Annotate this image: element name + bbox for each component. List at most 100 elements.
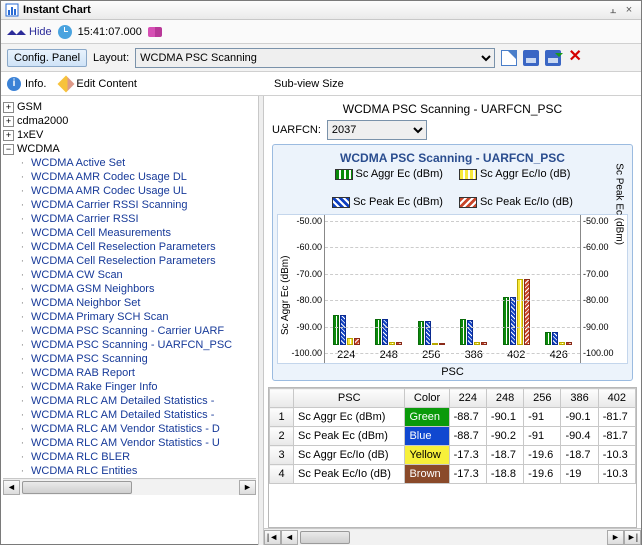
tree-leaf[interactable]: ·WCDMA PSC Scanning bbox=[17, 352, 256, 366]
tree-leaf[interactable]: ·WCDMA Cell Measurements bbox=[17, 226, 256, 240]
cell-value: -90.4 bbox=[561, 427, 598, 446]
bar bbox=[439, 343, 445, 345]
edit-content-tab[interactable]: Edit Content bbox=[60, 77, 137, 91]
save-icon[interactable] bbox=[523, 50, 539, 66]
cell-value: -88.7 bbox=[449, 408, 486, 427]
scroll-left-button[interactable]: ◄ bbox=[281, 530, 298, 545]
table-header[interactable]: 386 bbox=[561, 389, 598, 408]
swatch-green-icon bbox=[335, 169, 353, 180]
tree-leaf[interactable]: ·WCDMA Rake Finger Info bbox=[17, 380, 256, 394]
delete-icon[interactable]: ✕ bbox=[567, 50, 583, 66]
bar-group bbox=[499, 279, 533, 345]
config-panel-button[interactable]: Config. Panel bbox=[7, 49, 87, 67]
scroll-thumb[interactable] bbox=[300, 531, 350, 544]
hide-button[interactable]: Hide bbox=[7, 26, 52, 38]
cell-value: -19.6 bbox=[524, 446, 561, 465]
scroll-right-button[interactable]: ► bbox=[607, 530, 624, 545]
subview-size-tab[interactable]: Sub-view Size bbox=[270, 78, 344, 90]
tree-node[interactable]: +GSM bbox=[3, 100, 256, 114]
new-doc-icon[interactable] bbox=[501, 50, 517, 66]
axis-tick: -60.00 bbox=[296, 242, 322, 252]
tree-h-scrollbar[interactable]: ◄ ► bbox=[3, 478, 256, 495]
tree-leaf[interactable]: ·WCDMA RLC Entities bbox=[17, 464, 256, 478]
row-number: 1 bbox=[270, 408, 294, 427]
expand-icon[interactable]: + bbox=[3, 102, 14, 113]
tree-leaf[interactable]: ·WCDMA PSC Scanning - Carrier UARF bbox=[17, 324, 256, 338]
tree-bullet-icon: · bbox=[17, 269, 28, 281]
uarfcn-label: UARFCN: bbox=[272, 124, 321, 136]
tree-leaf[interactable]: ·WCDMA GSM Neighbors bbox=[17, 282, 256, 296]
row-number: 3 bbox=[270, 446, 294, 465]
scroll-track[interactable] bbox=[20, 480, 239, 495]
cell-value: -17.3 bbox=[449, 465, 486, 484]
uarfcn-select[interactable]: 2037 bbox=[327, 120, 427, 140]
scroll-right-button[interactable]: ► bbox=[239, 480, 256, 495]
layout-select[interactable]: WCDMA PSC Scanning bbox=[135, 48, 495, 68]
tree-node[interactable]: −WCDMA bbox=[3, 142, 256, 156]
table-header[interactable]: PSC bbox=[294, 389, 405, 408]
nav-tree[interactable]: +GSM+cdma2000+1xEV−WCDMA·WCDMA Active Se… bbox=[1, 96, 259, 545]
table-row[interactable]: 2Sc Peak Ec (dBm)Blue-88.7-90.2-91-90.4-… bbox=[270, 427, 636, 446]
table-header[interactable]: Color bbox=[405, 389, 449, 408]
scroll-left-button[interactable]: ◄ bbox=[3, 480, 20, 495]
tree-node[interactable]: +cdma2000 bbox=[3, 114, 256, 128]
collapse-icon[interactable]: − bbox=[3, 144, 14, 155]
close-button[interactable]: × bbox=[621, 4, 637, 16]
table-header[interactable]: 224 bbox=[449, 389, 486, 408]
bar bbox=[354, 338, 360, 345]
tree-bullet-icon: · bbox=[17, 255, 28, 267]
tree-leaf[interactable]: ·WCDMA PSC Scanning - UARFCN_PSC bbox=[17, 338, 256, 352]
tree-node[interactable]: +1xEV bbox=[3, 128, 256, 142]
table-row[interactable]: 4Sc Peak Ec/Io (dB)Brown-17.3-18.8-19.6-… bbox=[270, 465, 636, 484]
tree-bullet-icon: · bbox=[17, 227, 28, 239]
tree-leaf[interactable]: ·WCDMA Active Set bbox=[17, 156, 256, 170]
table-header[interactable] bbox=[270, 389, 294, 408]
tree-leaf[interactable]: ·WCDMA Carrier RSSI Scanning bbox=[17, 198, 256, 212]
tree-leaf[interactable]: ·WCDMA CW Scan bbox=[17, 268, 256, 282]
tree-leaf[interactable]: ·WCDMA Cell Reselection Parameters bbox=[17, 240, 256, 254]
tree-leaf[interactable]: ·WCDMA AMR Codec Usage UL bbox=[17, 184, 256, 198]
tree-leaf[interactable]: ·WCDMA Cell Reselection Parameters bbox=[17, 254, 256, 268]
legend-item: Sc Aggr Ec (dBm) bbox=[335, 168, 443, 180]
tree-bullet-icon: · bbox=[17, 409, 28, 421]
scroll-last-button[interactable]: ►| bbox=[624, 530, 641, 545]
tree-leaf[interactable]: ·WCDMA RLC AM Vendor Statistics - U bbox=[17, 436, 256, 450]
scroll-first-button[interactable]: |◄ bbox=[264, 530, 281, 545]
tree-leaf[interactable]: ·WCDMA RLC BLER bbox=[17, 450, 256, 464]
expand-icon[interactable]: + bbox=[3, 116, 14, 127]
bar bbox=[375, 319, 381, 345]
table-header[interactable]: 256 bbox=[524, 389, 561, 408]
tree-leaf[interactable]: ·WCDMA RAB Report bbox=[17, 366, 256, 380]
axis-tick: -100.00 bbox=[583, 348, 614, 358]
tree-leaf[interactable]: ·WCDMA Carrier RSSI bbox=[17, 212, 256, 226]
bar bbox=[389, 342, 395, 345]
tree-leaf[interactable]: ·WCDMA Neighbor Set bbox=[17, 296, 256, 310]
tree-leaf[interactable]: ·WCDMA AMR Codec Usage DL bbox=[17, 170, 256, 184]
bar-group bbox=[414, 321, 448, 345]
table-header[interactable]: 248 bbox=[486, 389, 523, 408]
bar bbox=[552, 332, 558, 345]
tree-bullet-icon: · bbox=[17, 171, 28, 183]
expand-icon[interactable]: + bbox=[3, 130, 14, 141]
table-row[interactable]: 1Sc Aggr Ec (dBm)Green-88.7-90.1-91-90.1… bbox=[270, 408, 636, 427]
cell-color: Green bbox=[405, 408, 449, 427]
table-h-scrollbar[interactable]: |◄ ◄ ► ►| bbox=[264, 528, 641, 545]
save-as-icon[interactable] bbox=[545, 50, 561, 66]
x-tick: 426 bbox=[550, 349, 568, 361]
cell-value: -90.1 bbox=[486, 408, 523, 427]
scroll-track[interactable] bbox=[298, 530, 607, 545]
table-header[interactable]: 402 bbox=[598, 389, 635, 408]
hide-label: Hide bbox=[29, 26, 52, 38]
scroll-thumb[interactable] bbox=[22, 481, 132, 494]
tree-leaf[interactable]: ·WCDMA RLC AM Detailed Statistics - bbox=[17, 408, 256, 422]
tree-leaf[interactable]: ·WCDMA Primary SCH Scan bbox=[17, 310, 256, 324]
cell-value: -90.2 bbox=[486, 427, 523, 446]
tree-bullet-icon: · bbox=[17, 311, 28, 323]
book-icon[interactable] bbox=[148, 27, 162, 37]
table-row[interactable]: 3Sc Aggr Ec/Io (dB)Yellow-17.3-18.7-19.6… bbox=[270, 446, 636, 465]
content-pane: WCDMA PSC Scanning - UARFCN_PSC UARFCN: … bbox=[264, 96, 641, 545]
info-tab[interactable]: i Info. bbox=[7, 77, 46, 91]
tree-leaf[interactable]: ·WCDMA RLC AM Detailed Statistics - bbox=[17, 394, 256, 408]
pin-button[interactable]: ⫠ bbox=[605, 4, 621, 17]
tree-leaf[interactable]: ·WCDMA RLC AM Vendor Statistics - D bbox=[17, 422, 256, 436]
